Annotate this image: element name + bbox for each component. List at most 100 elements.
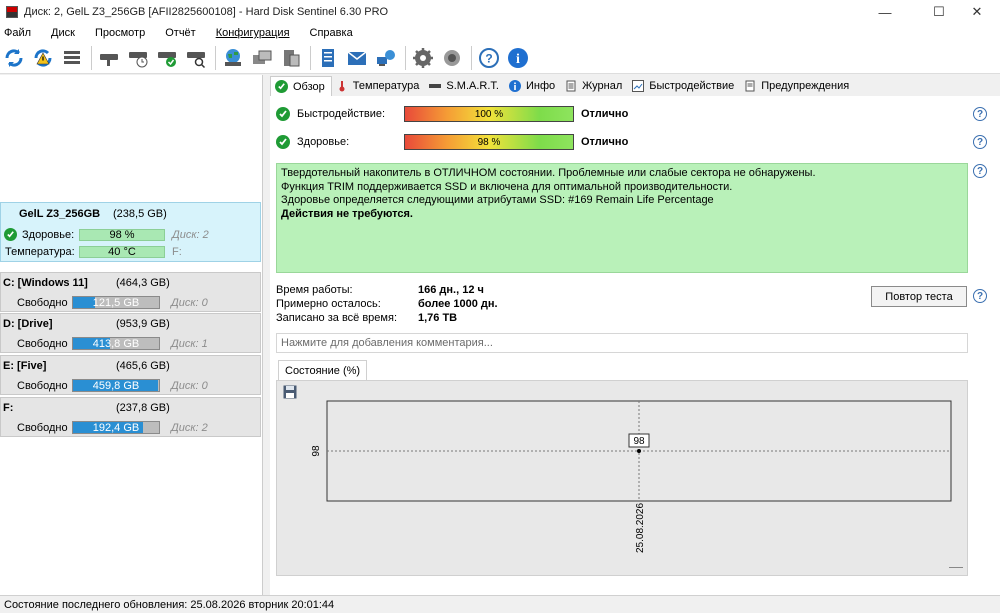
disk-health-label: Здоровье: [22, 229, 75, 241]
refresh-warning-icon[interactable] [31, 46, 55, 70]
resize-grip[interactable] [949, 567, 963, 568]
menu-file[interactable]: Файл [0, 27, 40, 39]
document-icon [565, 80, 577, 92]
tab-label: Инфо [525, 80, 556, 92]
uptime-value: 166 дн., 12 ч [418, 284, 484, 296]
disk-info-icon[interactable] [97, 46, 121, 70]
help-icon[interactable]: ? [973, 289, 987, 303]
settings-icon[interactable] [411, 46, 435, 70]
partition-card[interactable]: D: [Drive] (953,9 GB) Свободно 413,8 GB … [0, 313, 261, 353]
partition-free-value: 121,5 GB [92, 296, 140, 309]
health-ok-icon [276, 135, 290, 149]
tab-performance[interactable]: Быстродействие [628, 76, 740, 96]
help-icon[interactable]: ? [973, 107, 987, 121]
disk-search-icon[interactable] [184, 46, 208, 70]
refresh-icon[interactable] [2, 46, 26, 70]
partition-title: E: [Five] [3, 360, 47, 372]
close-button[interactable]: ✕ [954, 0, 1000, 24]
partition-card[interactable]: F: (237,8 GB) Свободно 192,4 GB Диск: 2 [0, 397, 261, 437]
data-point [637, 449, 641, 453]
menu-configuration[interactable]: Конфигурация [213, 27, 299, 39]
tab-label: S.M.A.R.T. [446, 80, 499, 92]
partition-title: D: [Drive] [3, 318, 53, 330]
partition-free-bar: 413,8 GB [72, 337, 160, 350]
partition-disk: Диск: 0 [171, 380, 208, 392]
svg-text:?: ? [485, 51, 492, 65]
partition-card[interactable]: C: [Windows 11] (464,3 GB) Свободно 121,… [0, 272, 261, 312]
sound-icon[interactable] [440, 46, 464, 70]
status-line: Твердотельный накопитель в ОТЛИЧНОМ сост… [281, 167, 816, 179]
health-label: Здоровье: [297, 136, 350, 148]
chart-icon [632, 80, 645, 92]
title-bar: Диск: 2, GelL Z3_256GB [AFII2825600108] … [0, 0, 1000, 24]
app-icon [6, 6, 18, 18]
tab-log[interactable]: Журнал [561, 76, 628, 96]
disk-size: (238,5 GB) [113, 208, 167, 220]
info-icon [508, 80, 521, 92]
hdd-stack-icon[interactable] [279, 46, 303, 70]
partition-free-bar: 459,8 GB [72, 379, 160, 392]
menu-disk[interactable]: Диск [48, 27, 84, 39]
overview-panel: Быстродействие: 100 % Отлично ? Здоровье… [270, 96, 1000, 595]
partition-free-label: Свободно [17, 297, 68, 309]
performance-label: Быстродействие: [297, 108, 386, 120]
disk-list-panel: GelL Z3_256GB (238,5 GB) Здоровье: 98 % … [0, 75, 263, 595]
toolbar-separator [91, 45, 92, 70]
menu-help[interactable]: Справка [307, 27, 362, 39]
status-line: Функция TRIM поддерживается SSD и включе… [281, 180, 733, 193]
toolbar-separator [471, 45, 472, 70]
partition-free-label: Свободно [17, 422, 68, 434]
help-icon[interactable]: ? [973, 135, 987, 149]
status-line: Здоровье определяется следующими атрибут… [281, 194, 714, 206]
uptime-label: Время работы: [276, 284, 353, 296]
help-icon[interactable]: ? [973, 164, 987, 178]
menu-bar: Файл Диск Просмотр Отчёт Конфигурация Сп… [0, 24, 1000, 42]
tab-health-chart[interactable]: Состояние (%) [278, 360, 368, 380]
tab-overview[interactable]: Обзор [270, 76, 332, 96]
tab-temperature[interactable]: Температура [332, 76, 426, 96]
tab-info[interactable]: Инфо [505, 76, 561, 96]
disk-number: Диск: 2 [172, 229, 209, 241]
comment-field[interactable]: Нажмите для добавления комментария... [276, 333, 968, 353]
partition-disk: Диск: 2 [171, 422, 208, 434]
written-value: 1,76 TB [418, 312, 458, 324]
disk-list-icon[interactable] [60, 46, 84, 70]
tab-smart[interactable]: S.M.A.R.T. [425, 76, 505, 96]
tab-label: Быстродействие [649, 80, 735, 92]
disk-schedule-icon[interactable] [126, 46, 150, 70]
svg-text:i: i [516, 52, 520, 67]
menu-view[interactable]: Просмотр [92, 27, 154, 39]
tab-alerts[interactable]: Предупреждения [740, 76, 855, 96]
health-bar: 98 % [404, 134, 574, 150]
partition-disk: Диск: 0 [171, 297, 208, 309]
partition-free-label: Свободно [17, 380, 68, 392]
partition-card[interactable]: E: [Five] (465,6 GB) Свободно 459,8 GB Д… [0, 355, 261, 395]
disk-card[interactable]: GelL Z3_256GB (238,5 GB) Здоровье: 98 % … [0, 202, 261, 262]
help-icon[interactable]: ? [477, 46, 501, 70]
hdd-copy-icon[interactable] [250, 46, 274, 70]
partition-free-label: Свободно [17, 338, 68, 350]
tab-label: Обзор [293, 80, 325, 93]
network-icon[interactable] [374, 46, 398, 70]
globe-icon[interactable] [221, 46, 245, 70]
partition-size: (464,3 GB) [116, 277, 170, 289]
x-tick-label: 25.08.2026 [635, 503, 646, 553]
performance-verdict: Отлично [581, 108, 629, 120]
minimize-button[interactable]: — [862, 0, 908, 24]
toolbar: ? i [0, 42, 1000, 74]
mail-icon[interactable] [345, 46, 369, 70]
disk-check-icon[interactable] [155, 46, 179, 70]
disk-name: GelL Z3_256GB [19, 208, 101, 220]
check-icon [275, 80, 288, 93]
disk-temp-bar: 40 °C [79, 246, 165, 258]
y-tick-label: 98 [311, 445, 322, 457]
toolbar-separator [215, 45, 216, 70]
menu-report[interactable]: Отчёт [162, 27, 204, 39]
disk-icon [429, 80, 442, 92]
info-icon[interactable]: i [506, 46, 530, 70]
retest-button[interactable]: Повтор теста [871, 286, 967, 307]
partition-free-bar: 121,5 GB [72, 296, 160, 309]
tab-bar: Обзор Температура S.M.A.R.T. Инфо Журнал… [270, 76, 855, 96]
notes-icon[interactable] [316, 46, 340, 70]
document-icon [744, 80, 756, 92]
